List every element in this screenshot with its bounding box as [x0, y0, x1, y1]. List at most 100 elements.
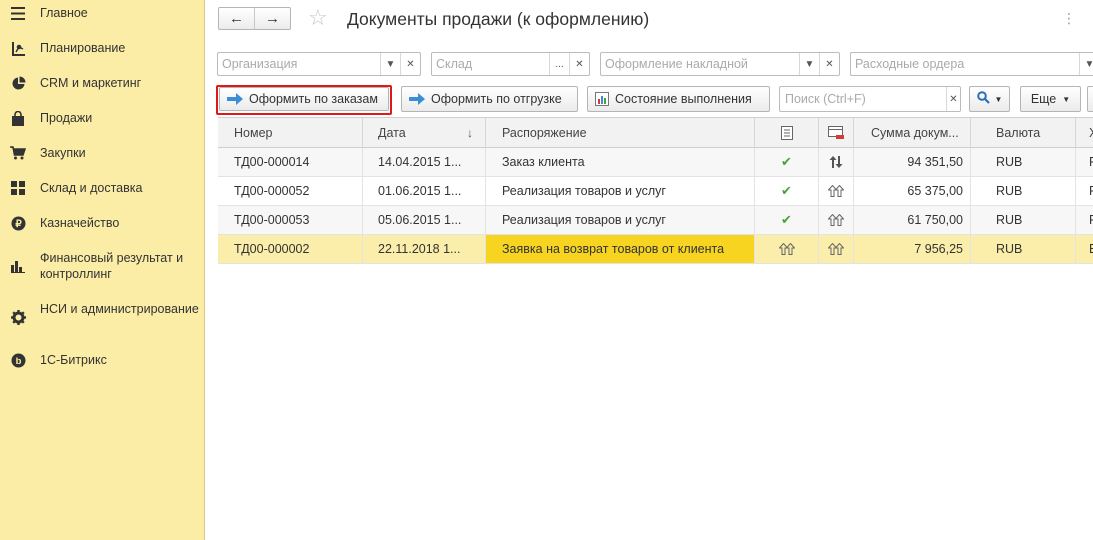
sidebar-item-bitrix[interactable]: b 1С-Битрикс: [0, 352, 204, 370]
checkmark-icon: ✔: [781, 154, 792, 169]
table-row[interactable]: ТД00-000052 01.06.2015 1... Реализация т…: [218, 177, 1093, 206]
table-row-selected[interactable]: ТД00-000002 22.11.2018 1... Заявка на во…: [218, 235, 1093, 264]
cell-disposition: Заявка на возврат товаров от клиента: [486, 235, 755, 263]
sidebar-item-treasury[interactable]: ₽ Казначейство: [0, 215, 204, 233]
column-header-currency[interactable]: Валюта: [971, 118, 1076, 147]
sidebar-item-label: НСИ и администрирование: [40, 302, 199, 316]
more-button[interactable]: Еще ▼: [1020, 86, 1081, 112]
cell-date: 01.06.2015 1...: [363, 177, 486, 205]
more-vertical-icon[interactable]: ⋮: [1062, 10, 1077, 27]
search-field[interactable]: ✕: [779, 86, 961, 112]
cell-currency: RUB: [971, 177, 1076, 205]
grid-icon: [10, 180, 26, 196]
sidebar-item-warehouse[interactable]: Склад и доставка: [0, 180, 204, 198]
planning-icon: [10, 40, 26, 56]
cell-date: 05.06.2015 1...: [363, 206, 486, 234]
select-dots-icon[interactable]: ...: [549, 53, 569, 75]
clear-icon[interactable]: ✕: [946, 87, 960, 111]
cell-flow: [819, 177, 854, 205]
column-header-number[interactable]: Номер: [218, 118, 363, 147]
cell-flow: [819, 206, 854, 234]
cell-extra: E: [1076, 235, 1093, 263]
cell-extra: F: [1089, 155, 1093, 169]
dropdown-arrow-icon: ▼: [1062, 94, 1071, 104]
invoice-placeholder: Оформление накладной: [605, 57, 748, 71]
execution-status-label: Состояние выполнения: [615, 92, 752, 106]
help-button[interactable]: ?: [1087, 86, 1093, 112]
highlight-frame: [216, 85, 392, 115]
cell-number: ТД00-000052: [218, 177, 363, 205]
process-by-shipment-button[interactable]: Оформить по отгрузке: [401, 86, 578, 112]
organization-filter[interactable]: Организация ▼ ✕: [217, 52, 421, 76]
warehouse-filter[interactable]: Склад ... ✕: [431, 52, 590, 76]
more-label: Еще: [1030, 92, 1057, 106]
sidebar-item-label: Главное: [40, 6, 88, 20]
table-header: Номер Дата ↓ Распоряжение Сумма докум...…: [218, 118, 1093, 148]
shopping-bag-icon: [10, 110, 26, 126]
sidebar-item-label: Финансовый результат и контроллинг: [40, 251, 184, 281]
sidebar-item-label: Казначейство: [40, 216, 120, 230]
cell-currency: RUB: [971, 148, 1076, 176]
sidebar-item-admin[interactable]: НСИ и администрирование: [0, 301, 204, 335]
clear-icon[interactable]: ✕: [569, 53, 589, 75]
sidebar-item-sales[interactable]: Продажи: [0, 110, 204, 128]
column-header-date-label: Дата: [378, 125, 406, 140]
orders-filter[interactable]: Расходные ордера ▼: [850, 52, 1093, 76]
gear-icon: [10, 309, 26, 325]
column-header-document-icon[interactable]: [755, 118, 819, 147]
sidebar-item-purchases[interactable]: Закупки: [0, 145, 204, 163]
execution-status-button[interactable]: Состояние выполнения: [587, 86, 770, 112]
forward-button[interactable]: →: [254, 8, 290, 29]
dropdown-arrow-icon[interactable]: ▼: [799, 53, 819, 75]
clear-icon[interactable]: ✕: [400, 53, 420, 75]
cell-status: ✔: [755, 148, 819, 176]
sidebar-item-planning[interactable]: Планирование: [0, 40, 204, 58]
search-options-button[interactable]: ▼: [969, 86, 1010, 112]
cell-disposition: Реализация товаров и услуг: [486, 177, 755, 205]
checkmark-icon: ✔: [781, 212, 792, 227]
sidebar-item-label: 1С-Битрикс: [40, 353, 107, 367]
process-by-shipment-label: Оформить по отгрузке: [431, 92, 562, 106]
double-up-arrows-icon: [778, 243, 795, 255]
clear-icon[interactable]: ✕: [819, 53, 839, 75]
cell-date: 14.04.2015 1...: [363, 148, 486, 176]
column-header-invoice-icon[interactable]: [819, 118, 854, 147]
column-header-extra[interactable]: Х: [1076, 118, 1093, 147]
dropdown-arrow-icon[interactable]: ▼: [1079, 53, 1093, 75]
column-header-disposition[interactable]: Распоряжение: [486, 118, 755, 147]
table-row[interactable]: ТД00-000053 05.06.2015 1... Реализация т…: [218, 206, 1093, 235]
cell-sum: 65 375,00: [854, 177, 971, 205]
cell-number: ТД00-000014: [218, 148, 363, 176]
dropdown-arrow-icon[interactable]: ▼: [380, 53, 400, 75]
column-header-sum[interactable]: Сумма докум...: [854, 118, 971, 147]
table-row[interactable]: ТД00-000014 14.04.2015 1... Заказ клиент…: [218, 148, 1093, 177]
double-up-arrows-icon: [828, 243, 844, 255]
column-header-date[interactable]: Дата ↓: [363, 118, 486, 147]
sidebar-item-label: CRM и маркетинг: [40, 76, 142, 90]
cell-number: ТД00-000002: [218, 235, 363, 263]
bitrix-icon: b: [10, 352, 26, 368]
sidebar-item-crm[interactable]: CRM и маркетинг: [0, 75, 204, 93]
sidebar-item-main[interactable]: Главное: [0, 5, 204, 23]
invoice-filter[interactable]: Оформление накладной ▼ ✕: [600, 52, 840, 76]
bar-chart-icon: [10, 258, 26, 274]
search-input[interactable]: [780, 87, 946, 111]
sidebar: Главное Планирование CRM и маркетинг Про…: [0, 0, 205, 540]
arrow-left-icon: ←: [229, 10, 244, 27]
sidebar-item-label: Закупки: [40, 146, 86, 160]
sidebar-item-finance[interactable]: Финансовый результат и контроллинг: [0, 250, 204, 284]
menu-lines-icon: [10, 5, 26, 21]
orders-placeholder: Расходные ордера: [855, 57, 965, 71]
dropdown-arrow-icon: ▼: [994, 94, 1003, 104]
svg-text:b: b: [15, 356, 21, 367]
favorite-star-icon[interactable]: ☆: [308, 7, 332, 31]
cell-flow: [819, 235, 854, 263]
documents-table: Номер Дата ↓ Распоряжение Сумма докум...…: [218, 117, 1093, 264]
arrow-right-icon: →: [265, 10, 280, 27]
cell-sum: 7 956,25: [854, 235, 971, 263]
sidebar-item-label: Планирование: [40, 41, 126, 55]
cell-extra: F: [1089, 213, 1093, 227]
pie-chart-icon: [10, 75, 26, 91]
back-button[interactable]: ←: [219, 8, 254, 29]
cell-currency: RUB: [971, 235, 1076, 263]
